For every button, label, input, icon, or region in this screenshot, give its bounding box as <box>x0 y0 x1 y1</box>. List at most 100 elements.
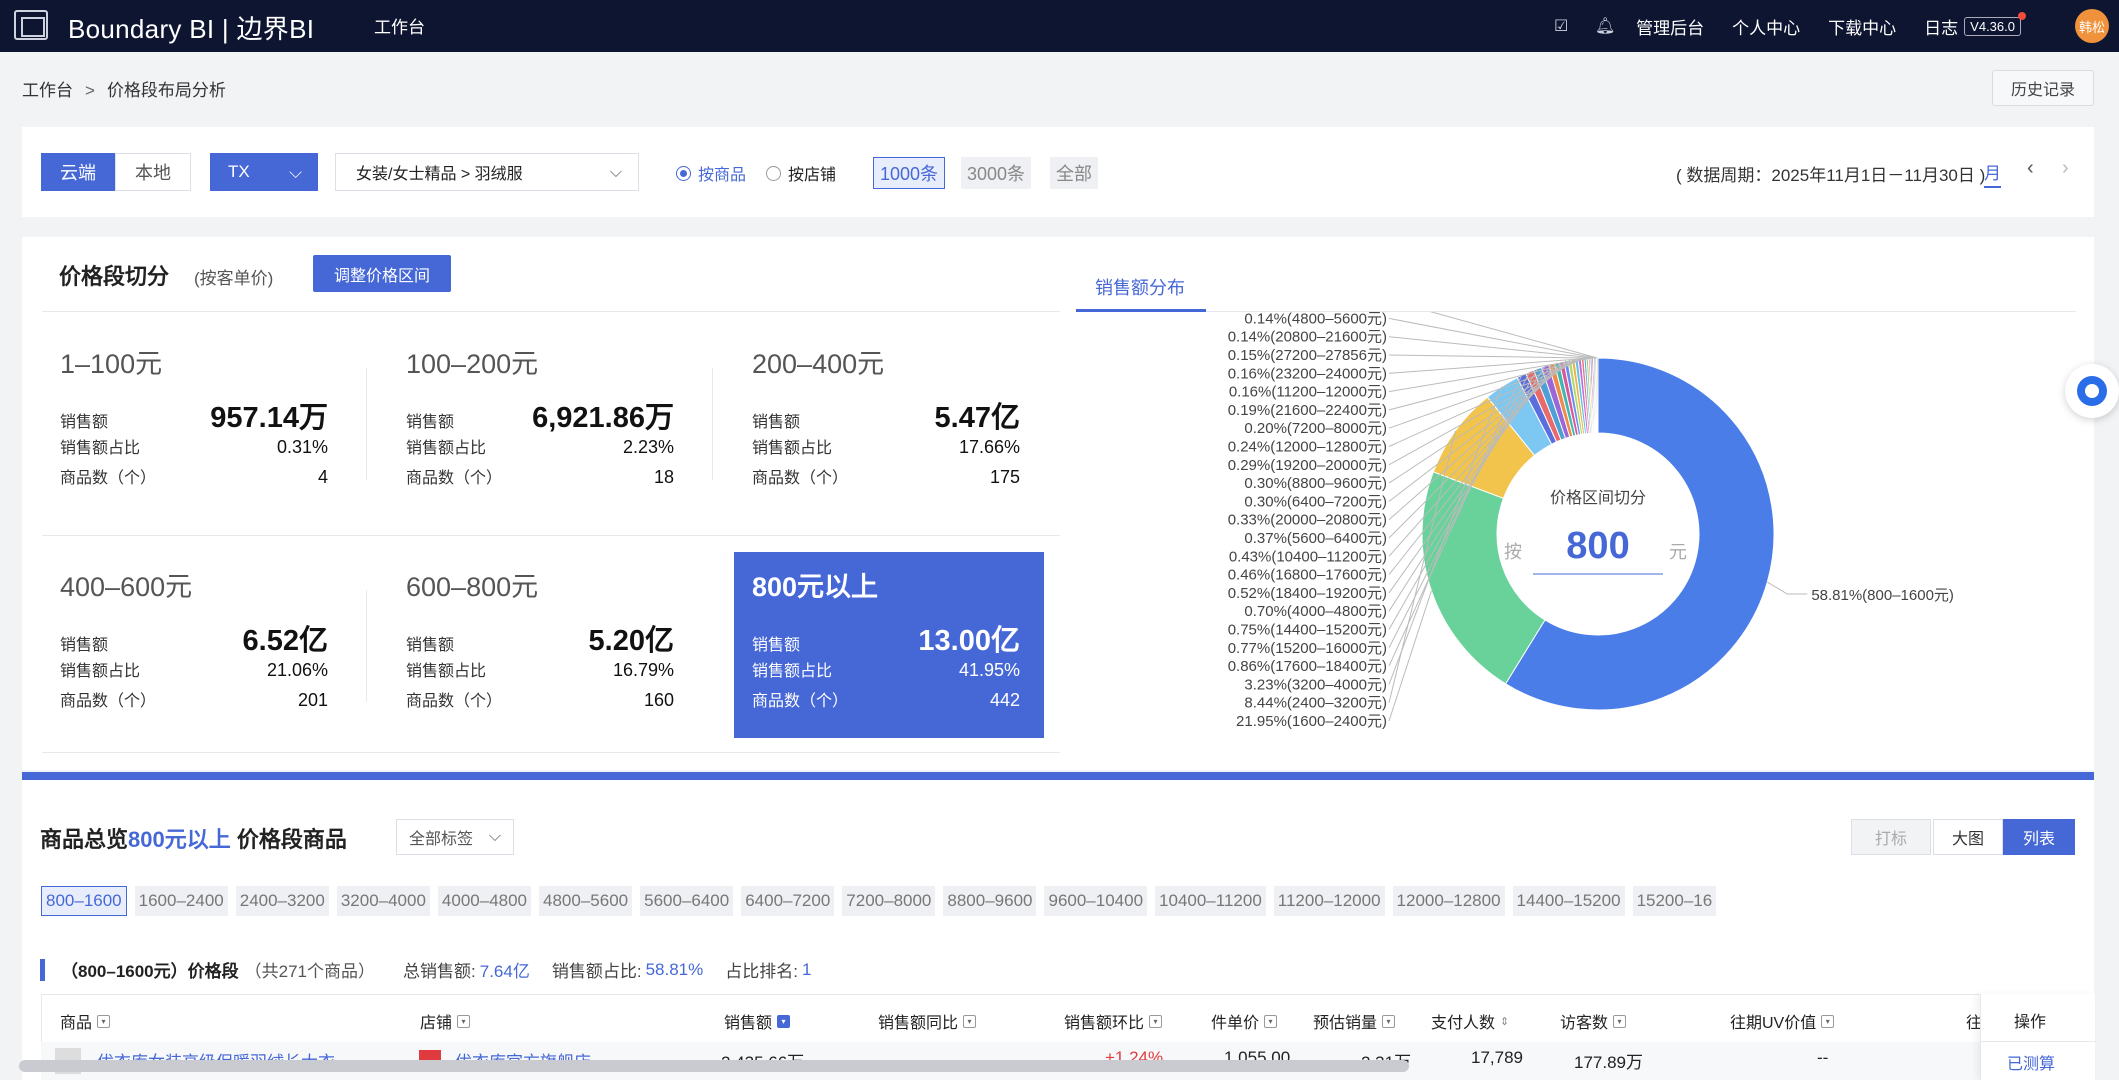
filter-icon[interactable]: ▾ <box>1821 1014 1835 1028</box>
tag-select[interactable]: 全部标签 ⌵ <box>396 819 514 855</box>
chevron-right-icon[interactable]: › <box>2062 157 2069 180</box>
price-card[interactable]: 1–100元 销售额 957.14万 销售额占比 0.31% 商品数（个） 4 <box>42 312 352 497</box>
card-sales-value: 5.47亿 <box>934 402 1020 434</box>
filter-icon[interactable]: ▾ <box>1382 1014 1396 1028</box>
range-chip[interactable]: 14400–15200 <box>1512 886 1625 916</box>
range-chip[interactable]: 6400–7200 <box>741 886 835 916</box>
range-chip[interactable]: 8800–9600 <box>943 886 1037 916</box>
source-cloud-tab[interactable]: 云端 <box>41 153 115 191</box>
price-segment-panel: 价格段切分 (按客单价) 调整价格区间 1–100元 销售额 957.14万 销售… <box>22 237 2094 770</box>
donut-slice[interactable] <box>1596 357 1599 434</box>
filter-icon[interactable]: ▾ <box>1264 1014 1278 1028</box>
top-navigation-bar: Boundary BI | 边界BI 工作台 ☑ 🔔︎ 管理后台 个人中心 下载… <box>0 0 2119 52</box>
range-chip[interactable]: 7200–8000 <box>842 886 936 916</box>
range-chip[interactable]: 4000–4800 <box>437 886 532 916</box>
section-subtitle: (按客单价) <box>194 269 274 288</box>
col-buyers[interactable]: 支付人数 ⇕ <box>1431 1009 1509 1033</box>
filter-icon[interactable]: ▾ <box>1149 1014 1163 1028</box>
mark-button[interactable]: 打标 <box>1851 819 1931 855</box>
limit-all[interactable]: 全部 <box>1050 157 1098 189</box>
range-chip[interactable]: 800–1600 <box>41 886 127 916</box>
col-product[interactable]: 商品 ▾ <box>60 1009 111 1033</box>
filter-icon[interactable]: ▾ <box>457 1014 471 1028</box>
slice-label: 0.43%(10400–11200元) <box>1229 548 1387 565</box>
sort-active-icon[interactable]: ▾ <box>777 1014 791 1028</box>
rank-label: 占比排名: <box>725 962 798 981</box>
price-card[interactable]: 200–400元 销售额 5.47亿 销售额占比 17.66% 商品数（个） 175 <box>734 312 1044 497</box>
shop-select[interactable]: TX ⌵ <box>210 153 318 191</box>
nav-downloads[interactable]: 下载中心 <box>1828 14 1896 39</box>
card-sales-label: 销售额 <box>752 414 801 431</box>
big-image-view-button[interactable]: 大图 <box>1933 819 2003 855</box>
card-sales-value: 5.20亿 <box>588 625 674 657</box>
adjust-range-button[interactable]: 调整价格区间 <box>313 255 451 292</box>
sort-icon[interactable]: ⇕ <box>1500 1015 1509 1028</box>
slice-label: 0.14%(20800–21600元) <box>1228 329 1387 346</box>
slice-label: 0.19%(21600–22400元) <box>1228 402 1387 419</box>
calculated-link[interactable]: 已测算 <box>2007 1050 2055 1074</box>
range-chip[interactable]: 9600–10400 <box>1044 886 1148 916</box>
chevron-down-icon: ⌵ <box>609 164 622 181</box>
chevron-left-icon[interactable]: ‹ <box>2027 157 2034 180</box>
col-est-volume[interactable]: 预估销量 ▾ <box>1313 1009 1396 1033</box>
filter-icon[interactable]: ▾ <box>1613 1014 1627 1028</box>
filter-icon[interactable]: ▾ <box>97 1014 111 1028</box>
range-chip[interactable]: 3200–4000 <box>336 886 430 916</box>
range-chip[interactable]: 4800–5600 <box>539 886 633 916</box>
col-shop[interactable]: 店铺 ▾ <box>420 1009 471 1033</box>
card-count-row: 商品数（个） 175 <box>752 464 1020 488</box>
card-sales-value: 6.52亿 <box>242 625 328 657</box>
tab-sales-distribution[interactable]: 销售额分布 <box>1095 274 1185 300</box>
price-card[interactable]: 100–200元 销售额 6,921.86万 销售额占比 2.23% 商品数（个） 1… <box>388 312 698 497</box>
range-chip[interactable]: 12000–12800 <box>1392 886 1505 916</box>
radio-by-shop[interactable]: 按店铺 <box>766 161 836 185</box>
limit-1000[interactable]: 1000条 <box>873 157 946 189</box>
filter-icon[interactable]: ▾ <box>963 1014 977 1028</box>
nav-admin[interactable]: 管理后台 <box>1636 14 1704 39</box>
range-chip[interactable]: 1600–2400 <box>134 886 228 916</box>
col-sales-yoy[interactable]: 销售额同比 ▾ <box>878 1009 977 1033</box>
col-uv-value[interactable]: 往期UV价值 ▾ <box>1730 1009 1835 1033</box>
source-local-tab[interactable]: 本地 <box>115 153 191 191</box>
range-chip[interactable]: 15200–16 <box>1632 886 1717 916</box>
app-logo-icon[interactable] <box>14 10 48 40</box>
donut-center-prefix: 按 <box>1504 542 1522 562</box>
breadcrumb-current: 价格段布局分析 <box>106 81 226 100</box>
col-sales[interactable]: 销售额 ▾ <box>724 1009 791 1033</box>
assistant-float-button[interactable] <box>2065 364 2119 418</box>
history-button[interactable]: 历史记录 <box>1992 70 2094 106</box>
nav-profile[interactable]: 个人中心 <box>1732 14 1800 39</box>
price-card[interactable]: 600–800元 销售额 5.20亿 销售额占比 16.79% 商品数（个） 160 <box>388 535 698 720</box>
granularity-month[interactable]: 月 <box>1984 159 2001 188</box>
card-share-label: 销售额占比 <box>752 440 833 457</box>
divider <box>42 752 1060 753</box>
range-chip[interactable]: 5600–6400 <box>640 886 734 916</box>
price-card[interactable]: 400–600元 销售额 6.52亿 销售额占比 21.06% 商品数（个） 201 <box>42 535 352 720</box>
task-check-icon[interactable]: ☑ <box>1548 13 1574 39</box>
breadcrumb-root[interactable]: 工作台 <box>22 81 73 100</box>
card-range: 600–800元 <box>406 572 539 602</box>
col-sales-mom[interactable]: 销售额环比 ▾ <box>1064 1009 1163 1033</box>
horizontal-scrollbar[interactable] <box>19 1060 1409 1072</box>
range-chip[interactable]: 2400–3200 <box>235 886 329 916</box>
radio-by-product[interactable]: 按商品 <box>676 161 746 185</box>
col-est-volume-label: 预估销量 <box>1313 1015 1378 1032</box>
version-badge: V4.36.0 <box>1964 11 2026 36</box>
col-visitors[interactable]: 访客数 ▾ <box>1560 1009 1627 1033</box>
limit-3000[interactable]: 3000条 <box>961 157 1032 189</box>
avatar[interactable]: 韩松 <box>2075 9 2109 43</box>
price-card[interactable]: 800元以上 销售额 13.00亿 销售额占比 41.95% 商品数（个） 442 <box>734 552 1044 738</box>
nav-log[interactable]: 日志 V4.36.0 <box>1924 11 2026 39</box>
category-select[interactable]: 女装/女士精品 > 羽绒服 ⌵ <box>335 153 639 191</box>
card-sales-label: 销售额 <box>60 414 109 431</box>
range-chip[interactable]: 10400–11200 <box>1155 886 1266 916</box>
card-count-label: 商品数（个） <box>752 470 849 487</box>
breadcrumb-chevron-icon: > <box>85 81 95 100</box>
list-view-button[interactable]: 列表 <box>2003 819 2075 855</box>
nav-workspace[interactable]: 工作台 <box>374 13 425 38</box>
card-range: 1–100元 <box>60 349 163 379</box>
col-unit-price[interactable]: 件单价 ▾ <box>1211 1009 1278 1033</box>
range-chip[interactable]: 11200–12000 <box>1273 886 1385 916</box>
bell-icon[interactable]: 🔔︎ <box>1592 13 1618 39</box>
operation-column: 操作 已测算 <box>1980 994 2096 1080</box>
